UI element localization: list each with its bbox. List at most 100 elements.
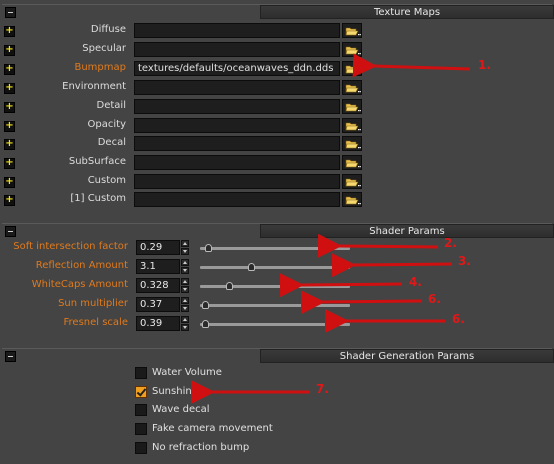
slider-thumb[interactable] <box>226 282 233 290</box>
param-value-field[interactable]: 3.1 <box>136 259 180 274</box>
texture-map-label: Opacity <box>87 119 126 130</box>
browse-button[interactable] <box>342 80 362 95</box>
option-checkbox[interactable] <box>135 386 147 398</box>
folder-icon <box>345 140 361 149</box>
option-checkbox[interactable] <box>135 442 147 454</box>
texture-map-label: Decal <box>97 137 126 148</box>
option-label: No refraction bump <box>152 442 250 453</box>
texture-path-field[interactable] <box>134 42 340 57</box>
spin-down-button[interactable] <box>181 248 189 255</box>
spin-up-button[interactable] <box>181 259 189 266</box>
param-spinner[interactable] <box>181 316 189 331</box>
spin-up-button[interactable] <box>181 297 189 304</box>
slider-thumb[interactable] <box>202 320 209 328</box>
option-checkbox[interactable] <box>135 404 147 416</box>
param-value-field[interactable]: 0.39 <box>136 316 180 331</box>
spin-up-button[interactable] <box>181 316 189 323</box>
shader-generation-title: Shader Generation Params <box>260 349 554 363</box>
texture-path-field[interactable] <box>134 23 340 38</box>
annotation-arrow <box>352 53 471 78</box>
param-slider[interactable] <box>200 282 350 290</box>
texture-map-label: Bumpmap <box>74 62 126 73</box>
option-label: Wave decal <box>152 404 210 415</box>
texture-map-label: Environment <box>62 81 126 92</box>
texture-path-field[interactable] <box>134 174 340 189</box>
texture-path-field[interactable] <box>134 155 340 170</box>
texture-map-label: [1] Custom <box>70 193 126 204</box>
spin-up-button[interactable] <box>181 240 189 247</box>
annotation-number: 7. <box>316 382 329 396</box>
option-label: Sunshine <box>152 386 198 397</box>
folder-icon <box>345 46 361 55</box>
folder-icon <box>345 65 361 74</box>
spin-down-button[interactable] <box>181 267 189 274</box>
browse-button[interactable] <box>342 174 362 189</box>
folder-icon <box>345 122 361 131</box>
annotation-number: 1. <box>478 58 491 72</box>
browse-button[interactable] <box>342 118 362 133</box>
annotation-number: 4. <box>409 275 422 289</box>
param-value-field[interactable]: 0.37 <box>136 297 180 312</box>
annotation-number: 6. <box>452 312 465 326</box>
param-label: Reflection Amount <box>35 260 128 271</box>
option-label: Fake camera movement <box>152 423 273 434</box>
browse-button[interactable] <box>342 99 362 114</box>
param-spinner[interactable] <box>181 259 189 274</box>
shader-params-title: Shader Params <box>260 224 554 238</box>
folder-icon <box>345 84 361 93</box>
texture-path-field[interactable] <box>134 99 340 114</box>
texture-map-label: Custom <box>87 175 126 186</box>
folder-icon <box>345 178 361 187</box>
annotation-arrow <box>300 290 423 315</box>
param-value-field[interactable]: 0.328 <box>136 278 180 293</box>
annotation-arrow <box>331 253 453 278</box>
spin-down-button[interactable] <box>181 305 189 312</box>
slider-thumb[interactable] <box>205 244 212 252</box>
texture-map-label: SubSurface <box>68 156 126 167</box>
param-spinner[interactable] <box>181 297 189 312</box>
folder-icon <box>345 196 361 205</box>
browse-button[interactable] <box>342 136 362 151</box>
texture-path-field[interactable] <box>134 192 340 207</box>
browse-button[interactable] <box>342 61 362 76</box>
option-label: Water Volume <box>152 367 222 378</box>
param-spinner[interactable] <box>181 240 189 255</box>
texture-path-field[interactable] <box>134 80 340 95</box>
browse-button[interactable] <box>342 155 362 170</box>
shader-params-header: Shader Params <box>2 223 554 238</box>
annotation-arrow <box>317 233 439 258</box>
texture-path-field[interactable]: textures/defaults/oceanwaves_ddn.dds <box>134 61 340 76</box>
annotation-number: 2. <box>444 236 457 250</box>
texture-map-label: Specular <box>82 43 126 54</box>
spin-down-button[interactable] <box>181 324 189 331</box>
param-label: Fresnel scale <box>63 317 129 328</box>
texture-maps-title: Texture Maps <box>260 5 554 19</box>
collapse-shader-generation-button[interactable] <box>5 351 16 362</box>
browse-button[interactable] <box>342 42 362 57</box>
collapse-shader-params-button[interactable] <box>5 226 16 237</box>
option-checkbox[interactable] <box>135 423 147 435</box>
param-label: Sun multiplier <box>58 298 128 309</box>
param-slider[interactable] <box>200 301 350 309</box>
texture-path-field[interactable] <box>134 136 340 151</box>
texture-maps-header: Texture Maps <box>2 4 554 19</box>
texture-map-label: Diffuse <box>90 24 126 35</box>
texture-path-field[interactable] <box>134 118 340 133</box>
texture-map-label: Detail <box>96 100 126 111</box>
annotation-number: 6. <box>428 292 441 306</box>
param-spinner[interactable] <box>181 278 189 293</box>
param-value-field[interactable]: 0.29 <box>136 240 180 255</box>
option-checkbox[interactable] <box>135 367 147 379</box>
spin-down-button[interactable] <box>181 286 189 293</box>
param-slider[interactable] <box>200 263 350 271</box>
spin-up-button[interactable] <box>181 278 189 285</box>
browse-button[interactable] <box>342 192 362 207</box>
slider-thumb[interactable] <box>248 263 255 271</box>
folder-icon <box>345 159 361 168</box>
collapse-texture-maps-button[interactable] <box>5 7 16 18</box>
param-slider[interactable] <box>200 244 350 252</box>
param-slider[interactable] <box>200 320 350 328</box>
browse-button[interactable] <box>342 23 362 38</box>
param-label: WhiteCaps Amount <box>31 279 128 290</box>
slider-thumb[interactable] <box>202 301 209 309</box>
